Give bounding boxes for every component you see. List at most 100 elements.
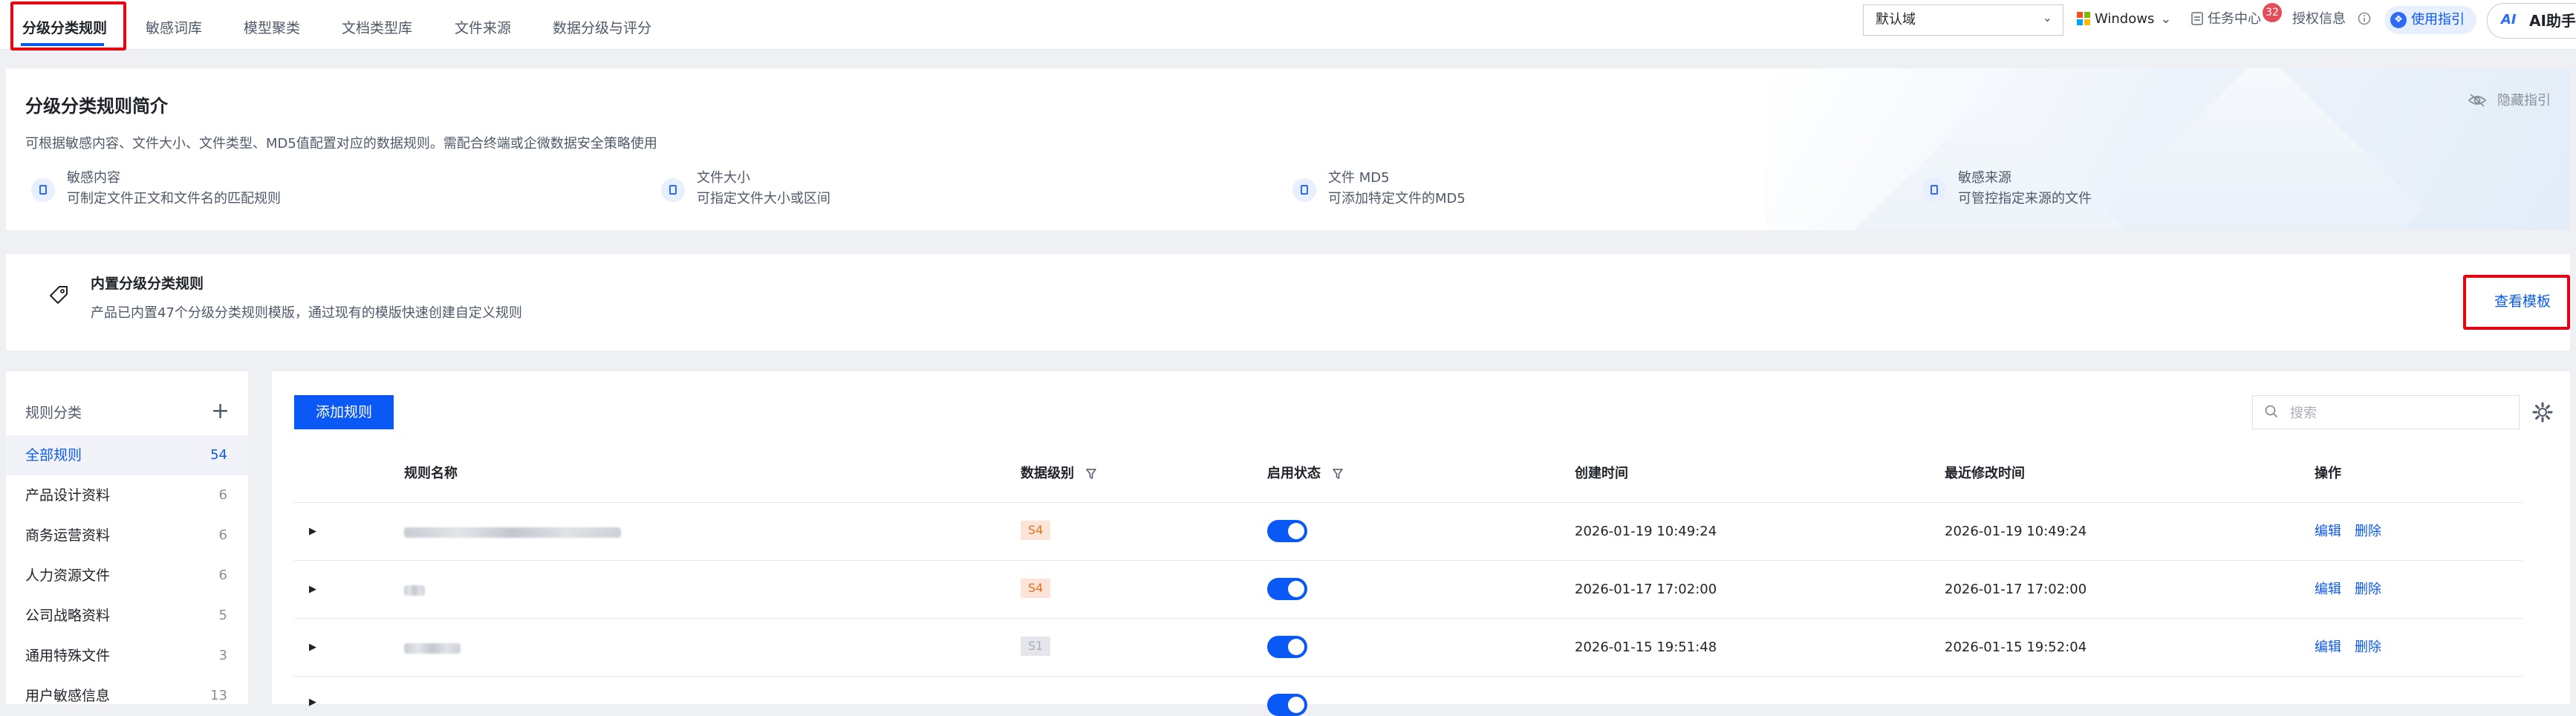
modified-time: 2026-01-19 10:49:24	[1945, 524, 2087, 539]
intro-description: 可根据敏感内容、文件大小、文件类型、MD5值配置对应的数据规则。需配合终端或企微…	[25, 136, 657, 152]
level-badge: S4	[1021, 579, 1051, 598]
column-header-modified-time: 最近修改时间	[1945, 466, 2025, 481]
row-divider	[294, 676, 2523, 677]
rules-table-panel: 添加规则 规则名称 数据级别 启用状态 创建时间 最近修改时间 操作 ▶ S4 …	[272, 371, 2570, 716]
license-link[interactable]: 授权信息	[2292, 9, 2371, 30]
search-icon	[2265, 405, 2278, 418]
delete-link[interactable]: 删除	[2355, 579, 2381, 600]
usage-guide-label: 使用指引	[2411, 12, 2465, 27]
feature-sensitive-content: 敏感内容 可制定文件正文和文件名的匹配规则	[25, 168, 471, 212]
enable-toggle[interactable]	[1267, 578, 1307, 600]
os-select-value: Windows	[2095, 11, 2155, 27]
builtin-description: 产品已内置47个分级分类规则模版，通过现有的模版快速创建自定义规则	[91, 305, 522, 321]
filter-icon[interactable]	[1333, 469, 1344, 479]
task-center-label: 任务中心	[2208, 11, 2261, 27]
ai-assistant-button[interactable]: AI AI助手	[2487, 3, 2576, 39]
feature-file-size: 文件大小 可指定文件大小或区间	[655, 168, 1101, 212]
sidebar-item-business-ops[interactable]: 商务运营资料 6	[6, 515, 248, 556]
redacted-rule-name	[404, 643, 461, 654]
search-input[interactable]	[2289, 402, 2507, 424]
sidebar-item-strategy[interactable]: 公司战略资料 5	[6, 596, 248, 636]
expand-row-icon[interactable]: ▶	[309, 637, 316, 658]
sidebar-item-label: 公司战略资料	[25, 608, 111, 624]
sidebar-item-count: 6	[218, 527, 227, 543]
sidebar-item-hr-files[interactable]: 人力资源文件 6	[6, 556, 248, 596]
sidebar-item-special-files[interactable]: 通用特殊文件 3	[6, 636, 248, 676]
edit-link[interactable]: 编辑	[2315, 579, 2341, 600]
header-divider	[294, 502, 2523, 503]
sidebar-item-user-sensitive[interactable]: 用户敏感信息 13	[6, 676, 248, 716]
task-center-link[interactable]: 任务中心	[2191, 9, 2261, 30]
tab-data-grading[interactable]: 数据分级与评分	[553, 18, 651, 39]
eye-off-icon	[2468, 94, 2487, 107]
sidebar-item-count: 54	[210, 447, 227, 463]
sidebar-item-count: 6	[218, 567, 227, 583]
sidebar-header: 规则分类	[25, 405, 82, 421]
add-category-icon[interactable]: +	[211, 398, 230, 425]
feature-title: 文件大小	[697, 170, 750, 186]
feature-desc: 可指定文件大小或区间	[697, 191, 830, 206]
column-header-created-time: 创建时间	[1575, 466, 1628, 481]
filter-icon[interactable]	[1086, 469, 1097, 479]
delete-link[interactable]: 删除	[2355, 637, 2381, 658]
feature-file-md5: 文件 MD5 可添加特定文件的MD5	[1287, 168, 1732, 212]
windows-icon	[2077, 12, 2090, 25]
md5-icon	[1292, 178, 1316, 202]
gear-icon[interactable]	[2531, 401, 2554, 423]
column-header-enable-status[interactable]: 启用状态	[1267, 463, 1344, 484]
task-count-badge: 32	[2263, 3, 2282, 22]
hide-guide-label: 隐藏指引	[2497, 93, 2551, 108]
tag-icon	[50, 286, 68, 304]
sidebar-item-all-rules[interactable]: 全部规则 54	[6, 435, 248, 475]
sidebar-item-count: 6	[218, 487, 227, 503]
column-header-label: 启用状态	[1267, 466, 1321, 481]
license-label: 授权信息	[2292, 11, 2346, 27]
usage-guide-button[interactable]: ❖ 使用指引	[2384, 6, 2476, 34]
modified-time: 2026-01-17 17:02:00	[1945, 582, 2087, 597]
domain-select[interactable]: 默认域 ⌄	[1863, 4, 2063, 36]
intro-card: 分级分类规则简介 可根据敏感内容、文件大小、文件类型、MD5值配置对应的数据规则…	[6, 68, 2570, 230]
highlight-box	[10, 1, 126, 51]
redacted-rule-name	[404, 585, 425, 596]
file-size-icon	[661, 178, 685, 202]
edit-link[interactable]: 编辑	[2315, 521, 2341, 542]
ai-assistant-label: AI助手	[2529, 12, 2576, 30]
compass-icon: ❖	[2390, 12, 2407, 28]
domain-select-value: 默认域	[1876, 12, 1916, 27]
tab-model-clustering[interactable]: 模型聚类	[244, 18, 300, 39]
expand-row-icon[interactable]: ▶	[309, 579, 316, 600]
column-header-data-level[interactable]: 数据级别	[1021, 463, 1097, 484]
top-navigation: 分级分类规则 敏感词库 模型聚类 文档类型库 文件来源 数据分级与评分	[0, 0, 2576, 50]
created-time: 2026-01-15 19:51:48	[1575, 639, 1717, 655]
feature-desc: 可管控指定来源的文件	[1958, 191, 2092, 206]
sidebar-item-product-design[interactable]: 产品设计资料 6	[6, 475, 248, 515]
expand-row-icon[interactable]: ▶	[309, 692, 316, 713]
task-icon	[2191, 12, 2203, 25]
tab-file-source[interactable]: 文件来源	[455, 18, 511, 39]
row-divider	[294, 618, 2523, 619]
expand-row-icon[interactable]: ▶	[309, 521, 316, 542]
modified-time: 2026-01-15 19:52:04	[1945, 639, 2087, 655]
feature-sensitive-source: 敏感来源 可管控指定来源的文件	[1916, 168, 2362, 212]
tab-document-types[interactable]: 文档类型库	[342, 18, 412, 39]
tab-sensitive-words[interactable]: 敏感词库	[146, 18, 202, 39]
edit-link[interactable]: 编辑	[2315, 637, 2341, 658]
search-box	[2252, 395, 2520, 429]
enable-toggle[interactable]	[1267, 520, 1307, 542]
level-badge: S4	[1021, 521, 1051, 540]
sidebar-item-label: 通用特殊文件	[25, 648, 111, 664]
chevron-down-icon: ⌄	[2160, 11, 2172, 27]
enable-toggle[interactable]	[1267, 694, 1307, 716]
os-select[interactable]: Windows ⌄	[2077, 9, 2171, 30]
info-icon	[2358, 12, 2371, 25]
add-rule-button[interactable]: 添加规则	[294, 395, 394, 429]
feature-desc: 可制定文件正文和文件名的匹配规则	[67, 191, 281, 206]
delete-link[interactable]: 删除	[2355, 521, 2381, 542]
document-icon	[31, 178, 55, 202]
sidebar-item-label: 全部规则	[25, 447, 82, 463]
created-time: 2026-01-17 17:02:00	[1575, 582, 1717, 597]
source-icon	[1922, 178, 1946, 202]
enable-toggle[interactable]	[1267, 636, 1307, 658]
column-header-rule-name: 规则名称	[404, 466, 458, 481]
feature-desc: 可添加特定文件的MD5	[1328, 191, 1466, 206]
